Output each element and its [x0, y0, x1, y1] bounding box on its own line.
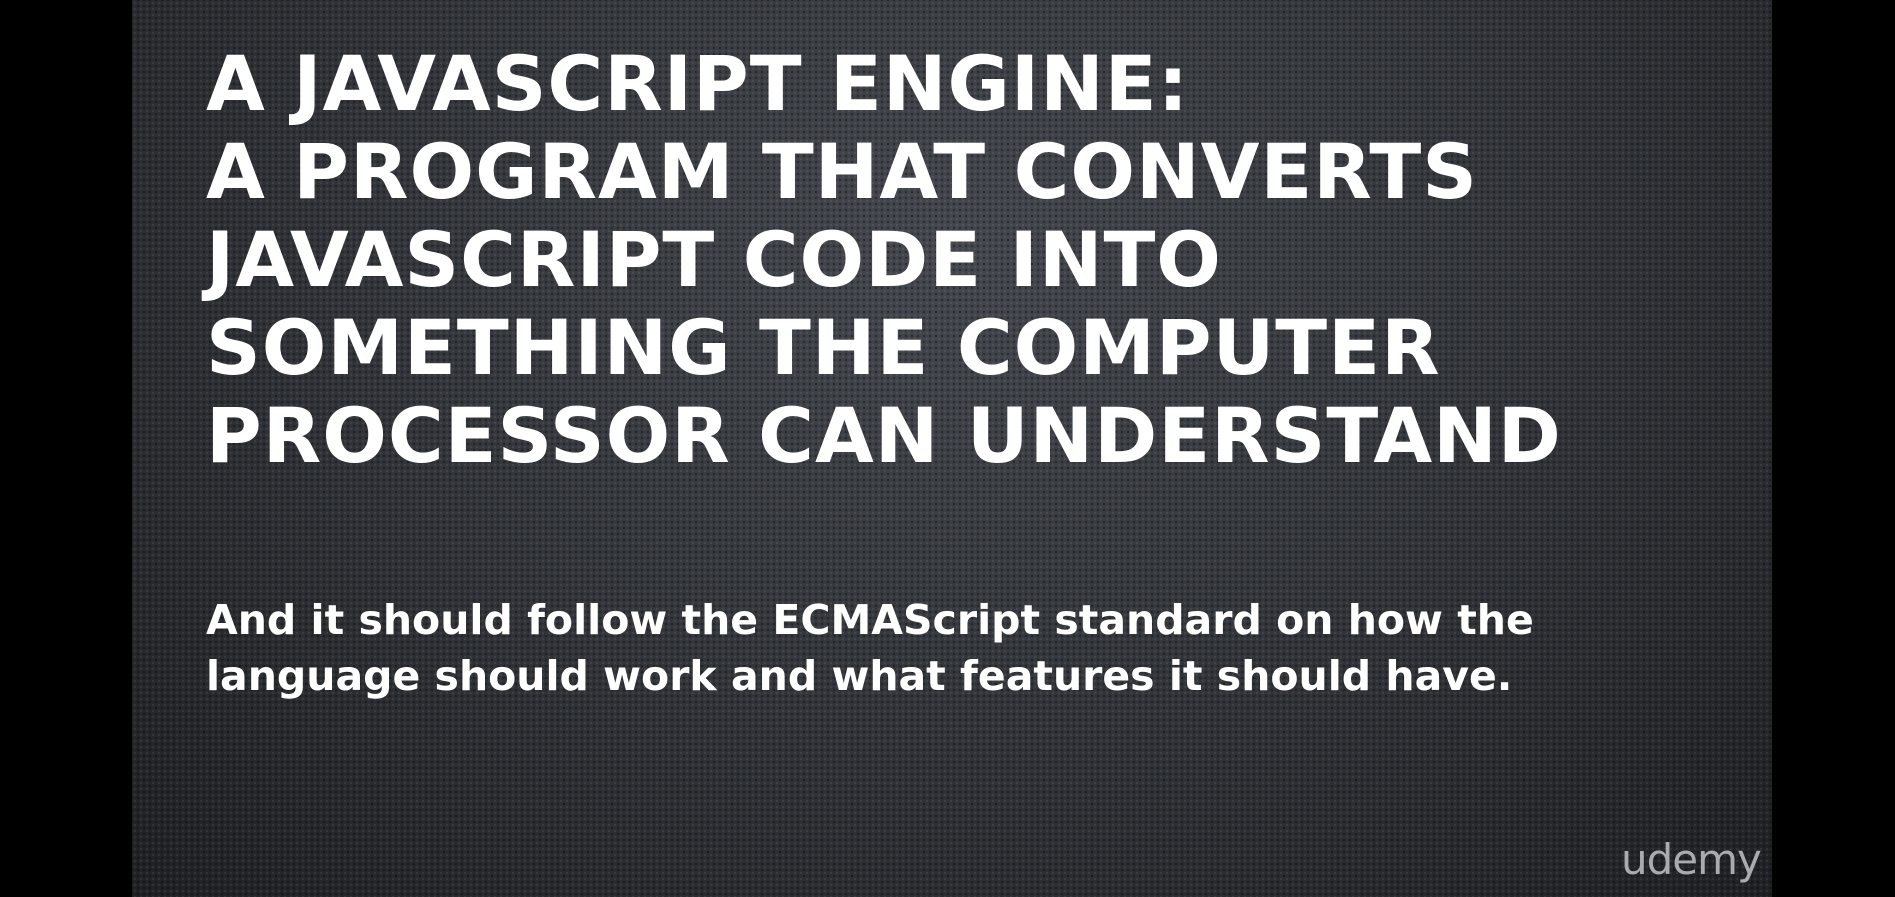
- heading-line: A PROGRAM THAT CONVERTS: [206, 127, 1478, 216]
- slide-body-text: And it should follow the ECMAScript stan…: [206, 592, 1666, 704]
- slide-heading: A JAVASCRIPT ENGINE: A PROGRAM THAT CONV…: [206, 40, 1562, 480]
- heading-line: JAVASCRIPT CODE INTO: [206, 215, 1222, 304]
- body-line: And it should follow the ECMAScript stan…: [206, 596, 1534, 644]
- body-line: language should work and what features i…: [206, 652, 1513, 700]
- heading-line: PROCESSOR CAN UNDERSTAND: [206, 391, 1562, 480]
- udemy-watermark: udemy: [1621, 835, 1762, 884]
- heading-line: A JAVASCRIPT ENGINE:: [206, 39, 1190, 128]
- video-viewport: A JAVASCRIPT ENGINE: A PROGRAM THAT CONV…: [0, 0, 1895, 897]
- heading-line: SOMETHING THE COMPUTER: [206, 303, 1441, 392]
- lecture-slide: A JAVASCRIPT ENGINE: A PROGRAM THAT CONV…: [132, 0, 1772, 897]
